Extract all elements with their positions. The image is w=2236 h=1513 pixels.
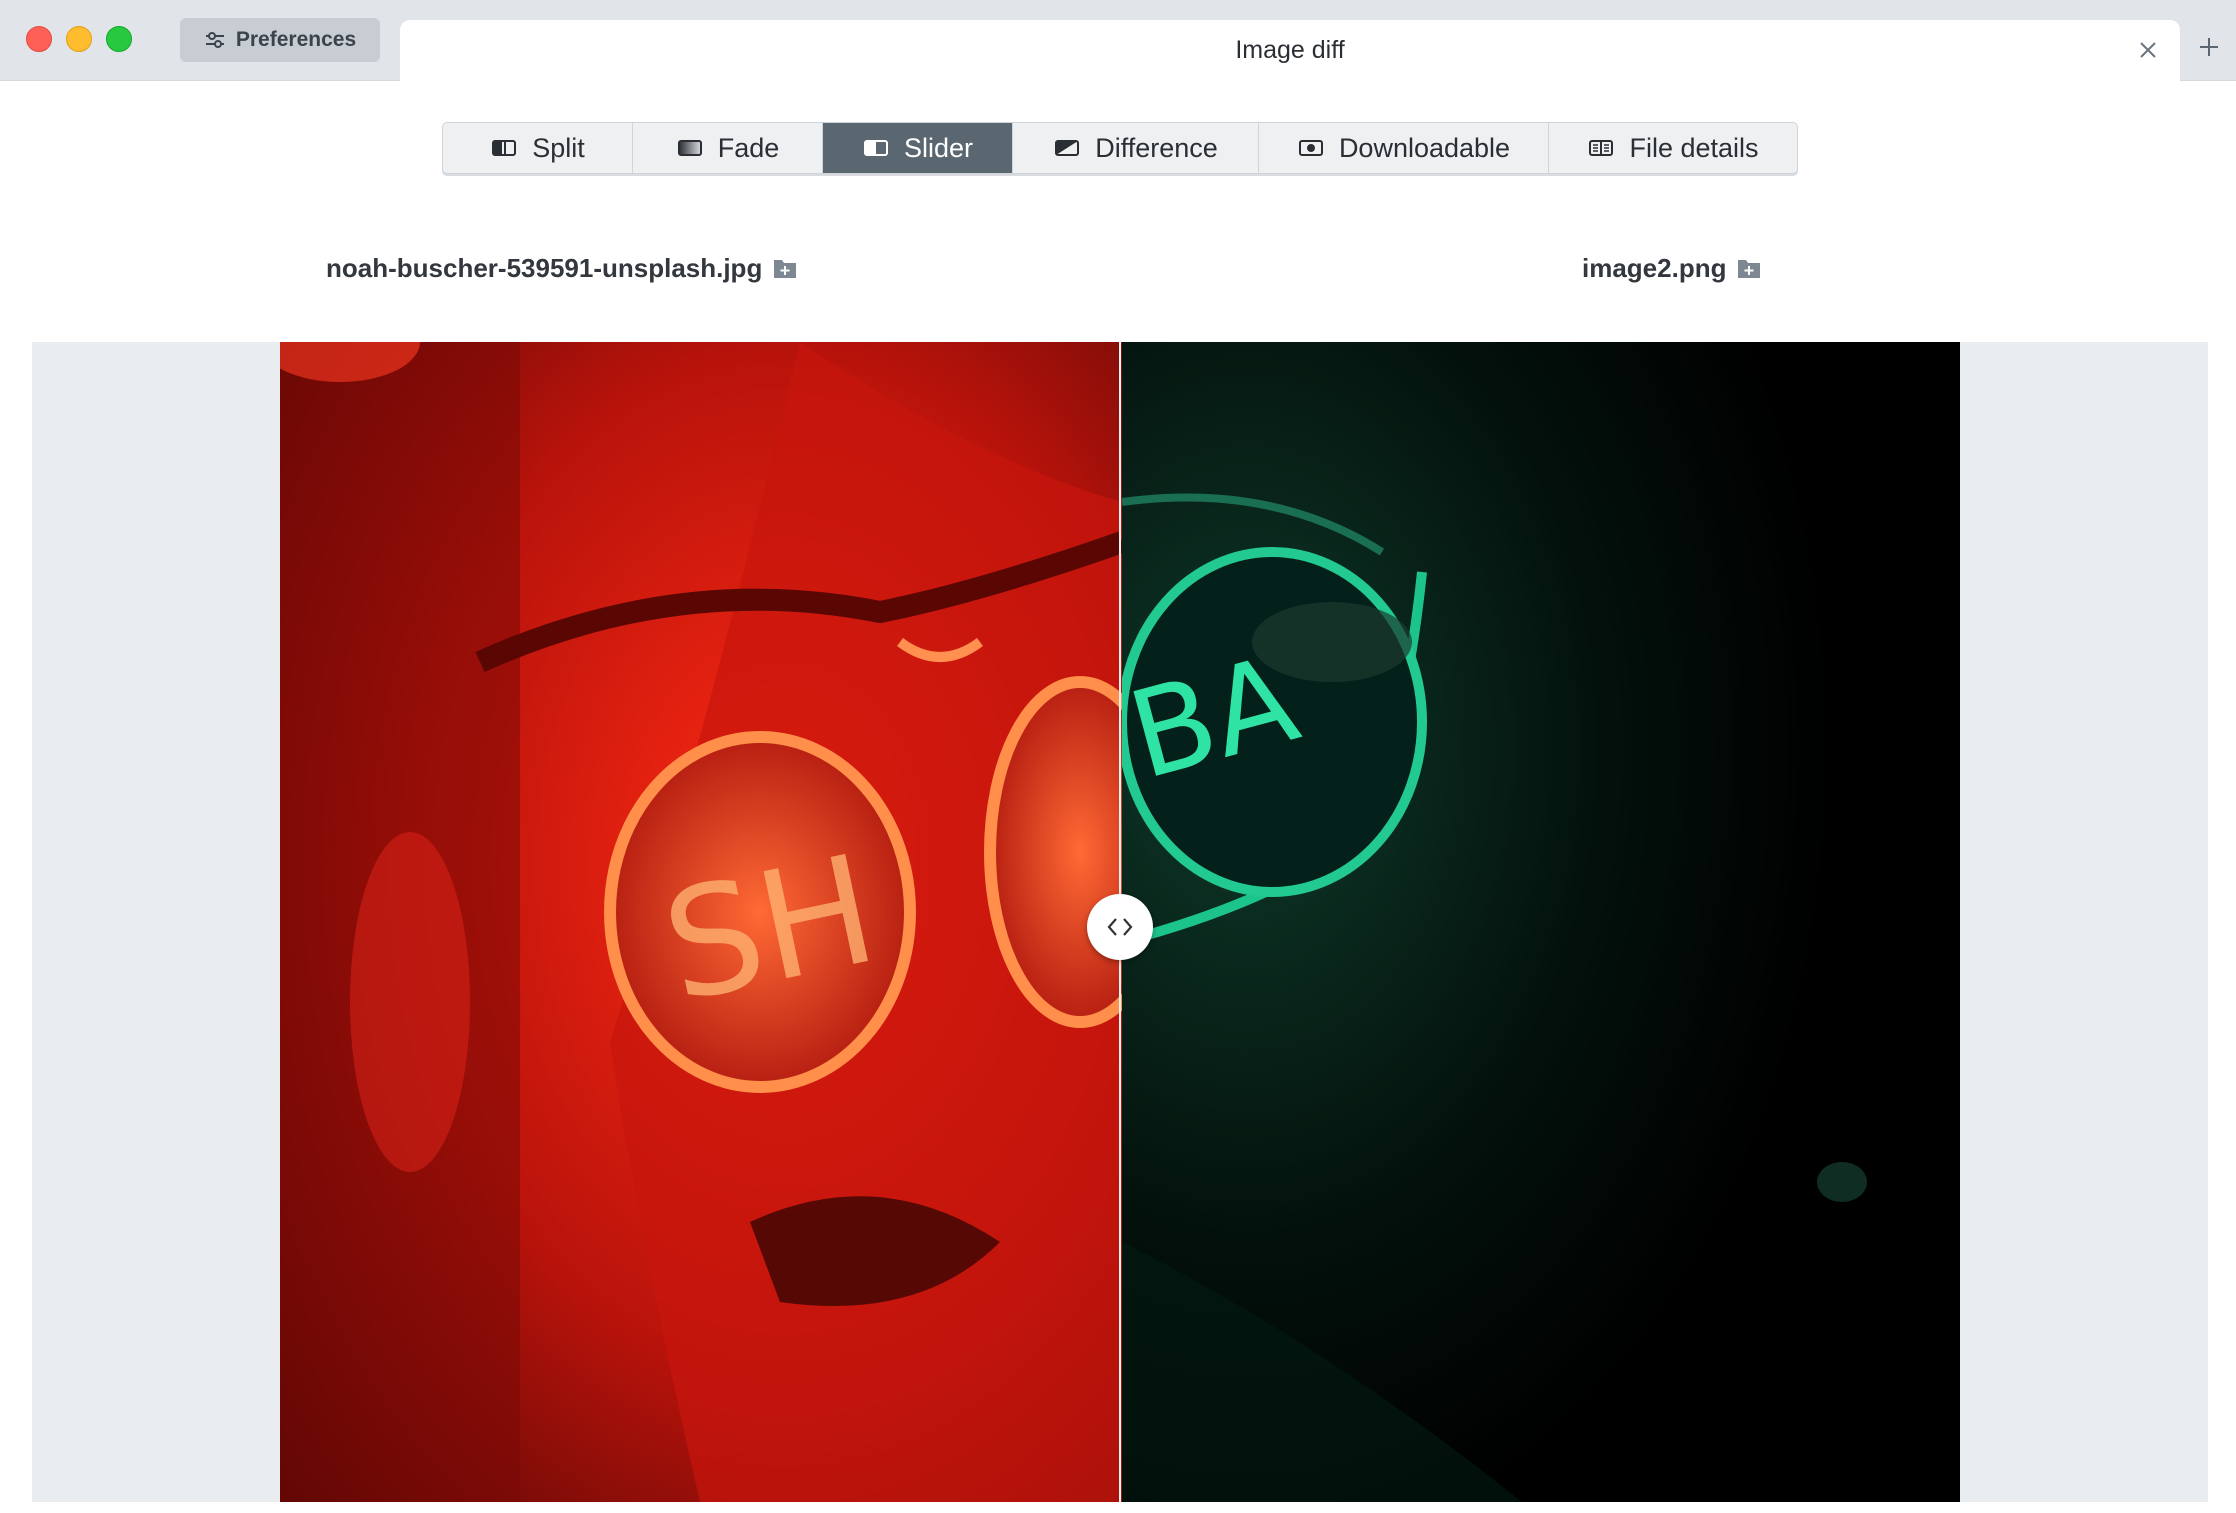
left-image: SH [280, 342, 1122, 1502]
split-icon [492, 140, 517, 156]
mode-slider-button[interactable]: Slider [823, 123, 1013, 173]
mode-file-details-button[interactable]: File details [1549, 123, 1797, 173]
mode-downloadable-label: Downloadable [1338, 132, 1511, 163]
mode-downloadable-button[interactable]: Downloadable [1259, 123, 1549, 173]
close-window-button[interactable] [26, 26, 52, 52]
title-bar: Preferences Image diff [0, 0, 2236, 81]
new-tab-plus-icon[interactable] [2196, 34, 2222, 60]
open-folder-plus-icon[interactable] [1736, 256, 1762, 280]
preferences-label: Preferences [235, 28, 357, 51]
mode-difference-button[interactable]: Difference [1013, 123, 1259, 173]
slider-icon [863, 140, 888, 156]
image-viewer: SH BA [32, 342, 2208, 1502]
zoom-window-button[interactable] [106, 26, 132, 52]
minimize-window-button[interactable] [66, 26, 92, 52]
preferences-button[interactable]: Preferences [180, 18, 380, 62]
file-details-icon [1589, 140, 1614, 156]
right-image: BA [1122, 342, 1960, 1502]
slider-handle[interactable] [1087, 894, 1153, 960]
mode-fade-button[interactable]: Fade [633, 123, 823, 173]
mode-split-label: Split [532, 132, 585, 163]
tab-image-diff[interactable]: Image diff [400, 20, 2180, 81]
mode-slider-label: Slider [903, 132, 974, 163]
right-file-name: image2.png [1582, 250, 1762, 286]
mode-fade-label: Fade [717, 132, 780, 163]
open-folder-plus-icon[interactable] [772, 256, 798, 280]
right-file-label: image2.png [1582, 252, 1727, 283]
tab-title: Image diff [1235, 35, 1345, 64]
slider-comparison-frame[interactable]: SH BA [280, 342, 1960, 1502]
close-tab-icon[interactable] [2136, 38, 2160, 62]
chevrons-left-right-icon [1107, 918, 1133, 936]
mode-split-button[interactable]: Split [443, 123, 633, 173]
difference-icon [1055, 140, 1080, 156]
sliders-icon [205, 32, 224, 48]
mode-file-details-label: File details [1629, 132, 1759, 163]
downloadable-icon [1298, 140, 1323, 156]
left-file-label: noah-buscher-539591-unsplash.jpg [326, 252, 763, 283]
mode-difference-label: Difference [1095, 132, 1218, 163]
left-file-name: noah-buscher-539591-unsplash.jpg [326, 250, 798, 286]
diff-mode-toolbar: Split Fade Slider Difference Downloadabl… [442, 122, 1798, 174]
fade-icon [677, 140, 702, 156]
